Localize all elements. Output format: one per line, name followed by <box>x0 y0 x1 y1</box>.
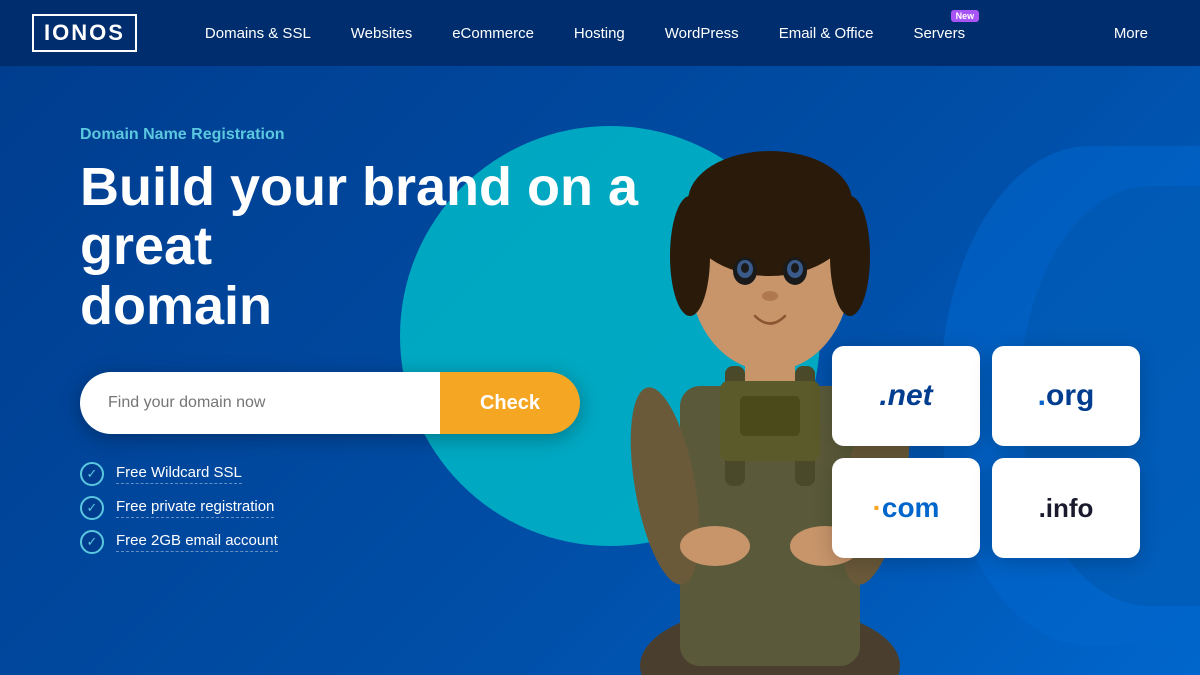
feature-email: ✓ Free 2GB email account <box>80 530 760 554</box>
feature-private: ✓ Free private registration <box>80 496 760 520</box>
feature-ssl-label: Free Wildcard SSL <box>116 464 242 484</box>
domain-search-box: Check <box>80 372 580 434</box>
domain-search-button[interactable]: Check <box>440 372 580 434</box>
nav-item-email-office[interactable]: Email & Office <box>759 0 894 66</box>
feature-list: ✓ Free Wildcard SSL ✓ Free private regis… <box>80 462 760 554</box>
domain-row-top: .net .org <box>832 346 1140 446</box>
hero-content: Domain Name Registration Build your bran… <box>80 126 760 554</box>
nav-links: Domains & SSL Websites eCommerce Hosting… <box>185 0 1094 66</box>
domain-search-input[interactable] <box>80 372 440 434</box>
domain-cards-container: .net .org ·com .info <box>832 346 1140 558</box>
nav-item-wordpress[interactable]: WordPress <box>645 0 759 66</box>
domain-card-net[interactable]: .net <box>832 346 980 446</box>
nav-item-hosting[interactable]: Hosting <box>554 0 645 66</box>
nav-item-websites[interactable]: Websites <box>331 0 432 66</box>
nav-item-ecommerce[interactable]: eCommerce <box>432 0 554 66</box>
domain-card-com[interactable]: ·com <box>832 458 980 558</box>
feature-email-label: Free 2GB email account <box>116 532 278 552</box>
new-badge: New <box>951 10 980 22</box>
nav-item-servers[interactable]: Servers New <box>893 0 985 66</box>
brand-logo[interactable]: IONOS <box>32 14 137 52</box>
nav-more-button[interactable]: More <box>1094 0 1168 66</box>
domain-card-info[interactable]: .info <box>992 458 1140 558</box>
feature-ssl: ✓ Free Wildcard SSL <box>80 462 760 486</box>
domain-row-bottom: ·com .info <box>832 458 1140 558</box>
hero-section: .net .org ·com .info Domain Name Registr… <box>0 66 1200 675</box>
feature-private-label: Free private registration <box>116 498 274 518</box>
navbar: IONOS Domains & SSL Websites eCommerce H… <box>0 0 1200 66</box>
hero-subtitle: Domain Name Registration <box>80 126 760 144</box>
check-icon-ssl: ✓ <box>80 462 104 486</box>
domain-card-org[interactable]: .org <box>992 346 1140 446</box>
check-icon-private: ✓ <box>80 496 104 520</box>
check-icon-email: ✓ <box>80 530 104 554</box>
nav-item-domains-ssl[interactable]: Domains & SSL <box>185 0 331 66</box>
hero-headline: Build your brand on a great domain <box>80 158 760 336</box>
